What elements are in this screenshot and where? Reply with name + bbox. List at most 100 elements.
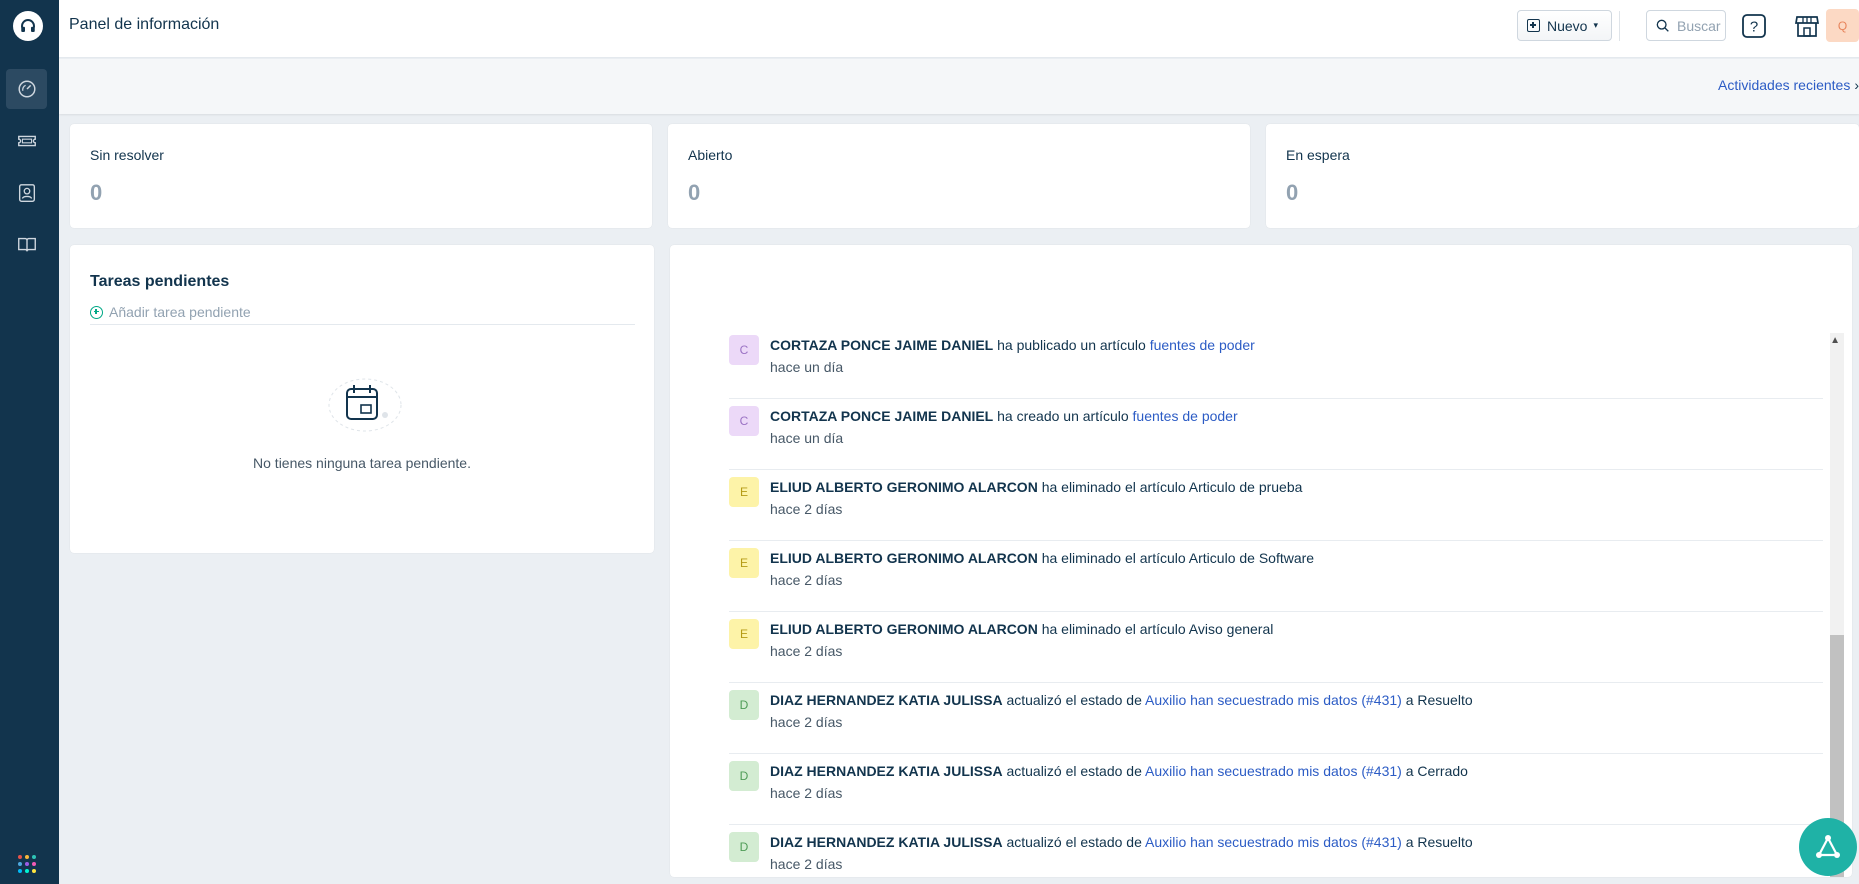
sidebar-item-knowledge-base[interactable] (6, 225, 47, 265)
activity-suffix: a Resuelto (1401, 834, 1473, 850)
activity-row: E ELIUD ALBERTO GERONIMO ALARCON ha elim… (729, 470, 1823, 541)
activity-time: hace 2 días (770, 501, 843, 517)
stat-label: Sin resolver (90, 147, 164, 163)
dashboard-subbar: Actividades recientes › (59, 59, 1859, 114)
chevron-down-icon: ▾ (1593, 20, 1598, 30)
activity-link[interactable]: Auxilio han secuestrado mis datos (#431) (1145, 692, 1402, 708)
empty-todo-message: No tienes ninguna tarea pendiente. (253, 455, 471, 471)
stat-card-open[interactable]: Abierto 0 (668, 124, 1250, 228)
activity-action: ha eliminado el artículo Articulo de Sof… (1037, 550, 1315, 566)
add-circle-icon (90, 305, 103, 319)
activity-action: ha publicado un artículo (993, 337, 1150, 353)
new-button-label: Nuevo (1547, 17, 1588, 34)
svg-text:?: ? (1750, 19, 1758, 36)
store-icon[interactable] (1793, 12, 1821, 40)
activity-time: hace 2 días (770, 785, 843, 801)
activity-time: hace un día (770, 430, 844, 446)
activity-link[interactable]: Auxilio han secuestrado mis datos (#431) (1145, 834, 1402, 850)
activity-avatar: C (729, 406, 759, 436)
todo-card: Tareas pendientes Añadir tarea pendiente… (70, 245, 654, 553)
activity-time: hace 2 días (770, 572, 843, 588)
todo-title: Tareas pendientes (90, 273, 230, 290)
network-icon (1816, 835, 1840, 858)
user-avatar[interactable]: Q (1826, 9, 1859, 42)
new-button[interactable]: Nuevo ▾ (1517, 10, 1612, 41)
activity-actor[interactable]: CORTAZA PONCE JAIME DANIEL (770, 337, 993, 353)
stat-label: En espera (1286, 147, 1350, 163)
activity-avatar: C (729, 335, 759, 365)
search-button[interactable]: Buscar (1646, 10, 1726, 41)
stat-value: 0 (1286, 180, 1299, 205)
recent-activities-link[interactable]: Actividades recientes › (1718, 77, 1859, 93)
stat-value: 0 (90, 180, 103, 205)
activity-row: E ELIUD ALBERTO GERONIMO ALARCON ha elim… (729, 612, 1823, 683)
activity-description: ELIUD ALBERTO GERONIMO ALARCON ha elimin… (770, 479, 1302, 495)
activity-link[interactable]: Auxilio han secuestrado mis datos (#431) (1145, 763, 1402, 779)
feed-scrollbar[interactable] (1830, 333, 1844, 877)
stat-label: Abierto (688, 147, 733, 163)
activity-actor[interactable]: ELIUD ALBERTO GERONIMO ALARCON (770, 621, 1038, 637)
recent-activities-label: Actividades recientes (1718, 77, 1851, 93)
activity-actor[interactable]: DIAZ HERNANDEZ KATIA JULISSA (770, 692, 1003, 708)
activity-link[interactable]: fuentes de poder (1150, 337, 1255, 353)
header-divider (1619, 11, 1620, 41)
activity-row: D DIAZ HERNANDEZ KATIA JULISSA actualizó… (729, 683, 1823, 754)
sidebar (0, 0, 59, 884)
activity-time: hace 2 días (770, 856, 843, 872)
activity-suffix: a Cerrado (1401, 763, 1468, 779)
activity-avatar: E (729, 619, 759, 649)
activity-avatar: D (729, 832, 759, 862)
stat-card-on-hold[interactable]: En espera 0 (1266, 124, 1859, 228)
activity-actor[interactable]: ELIUD ALBERTO GERONIMO ALARCON (770, 550, 1038, 566)
sidebar-item-contacts[interactable] (6, 173, 47, 213)
scroll-up-arrow-icon[interactable]: ▲ (1830, 335, 1840, 346)
activity-action: actualizó el estado de (1002, 692, 1145, 708)
activity-avatar: E (729, 477, 759, 507)
plus-square-icon (1527, 19, 1540, 32)
stat-card-unresolved[interactable]: Sin resolver 0 (70, 124, 652, 228)
activity-action: ha creado un artículo (993, 408, 1133, 424)
dashboard-gauge-icon (17, 80, 36, 98)
activity-avatar: E (729, 548, 759, 578)
activity-row: C CORTAZA PONCE JAIME DANIEL ha creado u… (729, 399, 1823, 470)
activity-row: D DIAZ HERNANDEZ KATIA JULISSA actualizó… (729, 754, 1823, 825)
activity-time: hace 2 días (770, 643, 843, 659)
top-header: Panel de información Nuevo ▾ Buscar ? Q (59, 0, 1859, 58)
apps-grid-icon[interactable] (17, 854, 37, 874)
activity-actor[interactable]: DIAZ HERNANDEZ KATIA JULISSA (770, 834, 1003, 850)
ticket-icon (17, 135, 36, 147)
activity-description: ELIUD ALBERTO GERONIMO ALARCON ha elimin… (770, 550, 1314, 566)
add-todo-input[interactable]: Añadir tarea pendiente (90, 304, 635, 325)
search-icon (1656, 19, 1669, 32)
activity-actor[interactable]: DIAZ HERNANDEZ KATIA JULISSA (770, 763, 1003, 779)
book-icon (17, 237, 36, 252)
page-title: Panel de información (69, 16, 220, 33)
empty-calendar-icon (328, 378, 402, 432)
activity-description: ELIUD ALBERTO GERONIMO ALARCON ha elimin… (770, 621, 1273, 637)
chevron-right-icon: › (1854, 77, 1859, 93)
activity-suffix: a Resuelto (1401, 692, 1473, 708)
sidebar-item-tickets[interactable] (6, 121, 47, 161)
activity-row: D DIAZ HERNANDEZ KATIA JULISSA actualizó… (729, 825, 1823, 877)
sidebar-item-dashboard[interactable] (6, 69, 47, 109)
activity-description: CORTAZA PONCE JAIME DANIEL ha publicado … (770, 337, 1255, 353)
activity-description: DIAZ HERNANDEZ KATIA JULISSA actualizó e… (770, 692, 1473, 708)
activity-actor[interactable]: CORTAZA PONCE JAIME DANIEL (770, 408, 993, 424)
activity-time: hace 2 días (770, 714, 843, 730)
stat-value: 0 (688, 180, 701, 205)
activity-action: actualizó el estado de (1002, 763, 1145, 779)
activity-feed-card: C CORTAZA PONCE JAIME DANIEL ha publicad… (670, 245, 1852, 877)
activity-time: hace un día (770, 359, 844, 375)
help-icon[interactable]: ? (1740, 12, 1768, 40)
activity-actor[interactable]: ELIUD ALBERTO GERONIMO ALARCON (770, 479, 1038, 495)
contact-icon (18, 184, 35, 202)
activity-row: C CORTAZA PONCE JAIME DANIEL ha publicad… (729, 328, 1823, 399)
headset-logo-icon[interactable] (13, 11, 43, 41)
search-placeholder: Buscar (1677, 17, 1721, 34)
activity-action: ha eliminado el artículo Aviso general (1037, 621, 1274, 637)
activity-link[interactable]: fuentes de poder (1133, 408, 1238, 424)
activity-avatar: D (729, 690, 759, 720)
activity-avatar: D (729, 761, 759, 791)
activity-description: CORTAZA PONCE JAIME DANIEL ha creado un … (770, 408, 1238, 424)
chat-widget-button[interactable] (1799, 818, 1857, 876)
